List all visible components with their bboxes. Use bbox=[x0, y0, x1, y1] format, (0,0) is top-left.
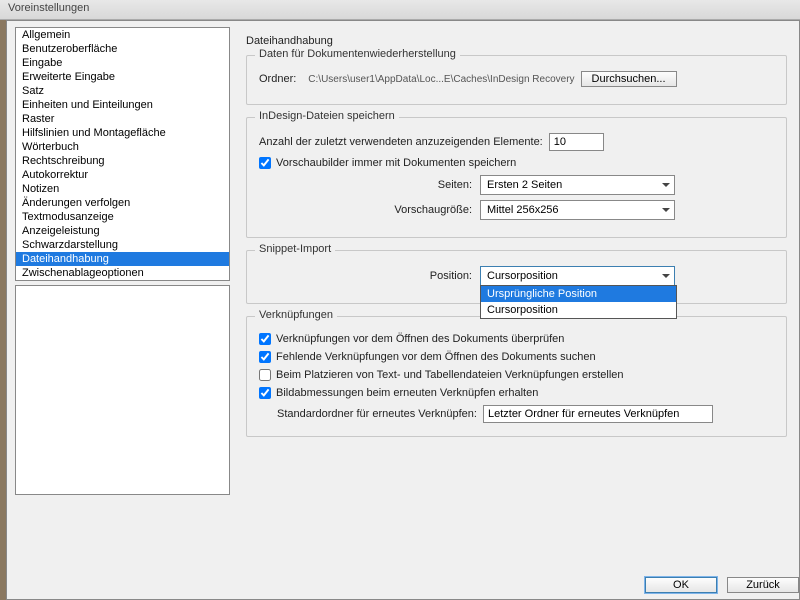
sidebar-item[interactable]: Rechtschreibung bbox=[16, 154, 229, 168]
position-dropdown: Ursprüngliche PositionCursorposition bbox=[480, 285, 677, 319]
sidebar-item[interactable]: Raster bbox=[16, 112, 229, 126]
preserve-dims-checkbox[interactable] bbox=[259, 387, 271, 399]
recent-count-input[interactable] bbox=[549, 133, 604, 151]
sidebar-item[interactable]: Anzeigeleistung bbox=[16, 224, 229, 238]
group-title: InDesign-Dateien speichern bbox=[255, 110, 399, 122]
preview-pane bbox=[15, 285, 230, 495]
pages-label: Seiten: bbox=[259, 179, 474, 191]
sidebar-item[interactable]: Satz bbox=[16, 84, 229, 98]
sidebar-item[interactable]: Autokorrektur bbox=[16, 168, 229, 182]
relink-folder-input[interactable] bbox=[483, 405, 713, 423]
sidebar-item[interactable]: Dateihandhabung bbox=[16, 252, 229, 266]
group-title: Verknüpfungen bbox=[255, 309, 337, 321]
pages-select[interactable]: Ersten 2 Seiten bbox=[480, 175, 675, 195]
position-select[interactable]: Cursorposition Ursprüngliche PositionCur… bbox=[480, 266, 675, 286]
dropdown-item[interactable]: Cursorposition bbox=[481, 302, 676, 318]
browse-button[interactable]: Durchsuchen... bbox=[581, 71, 677, 87]
place-create-links-checkbox[interactable] bbox=[259, 369, 271, 381]
sidebar-item[interactable]: Benutzeroberfläche bbox=[16, 42, 229, 56]
links-group: Verknüpfungen Verknüpfungen vor dem Öffn… bbox=[246, 316, 787, 437]
recent-label: Anzahl der zuletzt verwendeten anzuzeige… bbox=[259, 136, 543, 148]
sidebar-item[interactable]: Allgemein bbox=[16, 28, 229, 42]
sidebar-item[interactable]: Textmodusanzeige bbox=[16, 210, 229, 224]
dialog-titlebar: Voreinstellungen bbox=[0, 0, 800, 20]
sidebar-item[interactable]: Einheiten und Einteilungen bbox=[16, 98, 229, 112]
group-title: Daten für Dokumentenwiederherstellung bbox=[255, 48, 460, 60]
preferences-dialog: AllgemeinBenutzeroberflächeEingabeErweit… bbox=[6, 20, 800, 600]
recovery-group: Daten für Dokumentenwiederherstellung Or… bbox=[246, 55, 787, 105]
preview-size-label: Vorschaugröße: bbox=[259, 204, 474, 216]
sidebar-item[interactable]: Erweiterte Eingabe bbox=[16, 70, 229, 84]
cancel-button[interactable]: Zurück bbox=[727, 577, 799, 593]
sidebar-item[interactable]: Schwarzdarstellung bbox=[16, 238, 229, 252]
position-label: Position: bbox=[259, 270, 474, 282]
ok-button[interactable]: OK bbox=[645, 577, 717, 593]
relink-folder-label: Standardordner für erneutes Verknüpfen: bbox=[277, 408, 477, 420]
recovery-folder-path: C:\Users\user1\AppData\Loc...E\Caches\In… bbox=[308, 74, 574, 85]
folder-label: Ordner: bbox=[259, 73, 296, 85]
sidebar-item[interactable]: Notizen bbox=[16, 182, 229, 196]
preview-size-select[interactable]: Mittel 256x256 bbox=[480, 200, 675, 220]
check-links-checkbox[interactable] bbox=[259, 333, 271, 345]
sidebar-item[interactable]: Wörterbuch bbox=[16, 140, 229, 154]
sidebar-item[interactable]: Eingabe bbox=[16, 56, 229, 70]
preview-checkbox[interactable] bbox=[259, 157, 271, 169]
sidebar-item[interactable]: Hilfslinien und Montagefläche bbox=[16, 126, 229, 140]
find-missing-checkbox[interactable] bbox=[259, 351, 271, 363]
save-group: InDesign-Dateien speichern Anzahl der zu… bbox=[246, 117, 787, 238]
group-title: Snippet-Import bbox=[255, 243, 335, 255]
snippet-group: Snippet-Import Position: Cursorposition … bbox=[246, 250, 787, 304]
main-panel: Dateihandhabung Daten für Dokumentenwied… bbox=[230, 27, 799, 559]
preview-check-label: Vorschaubilder immer mit Dokumenten spei… bbox=[276, 157, 516, 169]
sidebar-item[interactable]: Zwischenablageoptionen bbox=[16, 266, 229, 280]
category-list: AllgemeinBenutzeroberflächeEingabeErweit… bbox=[15, 27, 230, 281]
dialog-footer: OK Zurück bbox=[645, 577, 799, 593]
sidebar-item[interactable]: Änderungen verfolgen bbox=[16, 196, 229, 210]
dropdown-item[interactable]: Ursprüngliche Position bbox=[481, 286, 676, 302]
